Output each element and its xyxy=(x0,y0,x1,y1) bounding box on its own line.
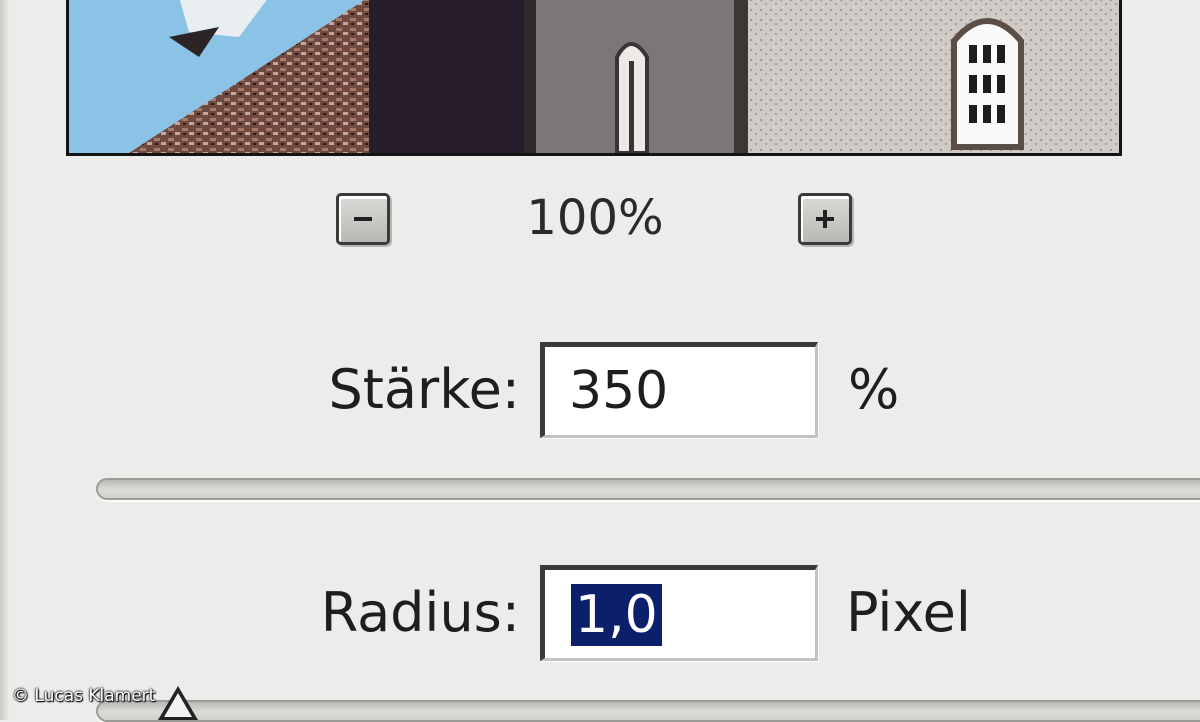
radius-unit: Pixel xyxy=(846,581,971,644)
plus-icon xyxy=(816,210,834,228)
radius-slider-thumb[interactable] xyxy=(158,686,198,720)
radius-field-box[interactable]: 1,0 xyxy=(540,565,818,661)
dialog-edge xyxy=(0,0,9,720)
preview-photo xyxy=(69,0,1119,153)
preview-image[interactable] xyxy=(66,0,1122,156)
radius-label: Radius: xyxy=(320,581,520,644)
minus-icon xyxy=(354,217,372,221)
amount-input[interactable] xyxy=(545,347,815,435)
zoom-level: 100% xyxy=(526,190,664,246)
radius-slider-track[interactable] xyxy=(96,700,1200,722)
amount-label: Stärke: xyxy=(328,358,520,421)
zoom-out-button[interactable] xyxy=(336,193,390,245)
copyright-watermark: © Lucas Klamert xyxy=(12,686,156,706)
amount-unit: % xyxy=(848,358,900,421)
amount-slider-track[interactable] xyxy=(96,478,1200,500)
zoom-in-button[interactable] xyxy=(798,193,852,245)
radius-input-selected-text[interactable]: 1,0 xyxy=(571,584,662,646)
amount-field-box[interactable] xyxy=(540,342,818,438)
